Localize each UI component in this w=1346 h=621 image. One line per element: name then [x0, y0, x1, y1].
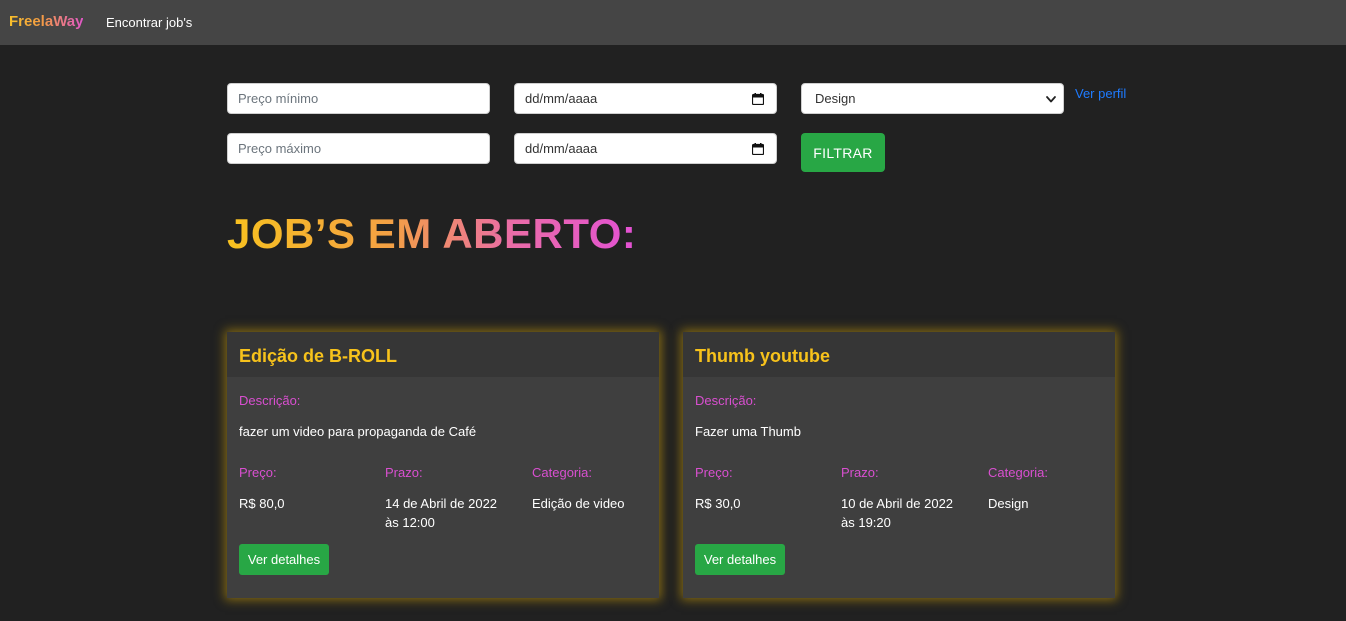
job-deadline-time: às 12:00 [385, 515, 435, 530]
calendar-icon[interactable] [752, 142, 764, 155]
job-price: R$ 30,0 [695, 496, 741, 511]
job-description: Fazer uma Thumb [695, 424, 801, 439]
filter-button[interactable]: FILTRAR [801, 133, 885, 172]
job-card-header: Edição de B-ROLL [227, 332, 659, 377]
end-date-input[interactable]: dd/mm/aaaa [514, 133, 777, 164]
deadline-label: Prazo: [385, 465, 423, 480]
job-price: R$ 80,0 [239, 496, 285, 511]
deadline-label: Prazo: [841, 465, 879, 480]
page-title: JOB’S EM ABERTO: [227, 210, 637, 257]
category-label: Categoria: [532, 465, 592, 480]
calendar-icon[interactable] [752, 92, 764, 105]
price-label: Preço: [695, 465, 733, 480]
job-category: Edição de video [532, 496, 625, 511]
job-card-header: Thumb youtube [683, 332, 1115, 377]
min-price-input[interactable]: Preço mínimo [227, 83, 490, 114]
description-label: Descrição: [695, 393, 757, 408]
navbar: FreelaWay Encontrar job's [0, 0, 1346, 45]
category-select[interactable]: Design [801, 83, 1064, 114]
view-details-button[interactable]: Ver detalhes [695, 544, 785, 575]
category-selected-value: Design [815, 91, 856, 106]
job-title: Edição de B-ROLL [239, 346, 398, 366]
job-description: fazer um video para propaganda de Café [239, 424, 477, 439]
job-category: Design [988, 496, 1029, 511]
min-price-placeholder: Preço mínimo [238, 91, 319, 106]
price-label: Preço: [239, 465, 277, 480]
description-label: Descrição: [239, 393, 301, 408]
brand-logo[interactable]: FreelaWay [9, 13, 83, 30]
job-deadline-time: às 19:20 [841, 515, 891, 530]
job-card: Edição de B-ROLL Descrição: fazer um vid… [227, 332, 659, 598]
nav-link-find-jobs[interactable]: Encontrar job's [106, 15, 192, 30]
start-date-value: dd/mm/aaaa [525, 91, 598, 106]
job-card: Thumb youtube Descrição: Fazer uma Thumb… [683, 332, 1115, 598]
max-price-placeholder: Preço máximo [238, 141, 322, 156]
job-deadline-date: 10 de Abril de 2022 [841, 496, 954, 511]
chevron-down-icon [1045, 93, 1057, 105]
job-deadline-date: 14 de Abril de 2022 [385, 496, 498, 511]
max-price-input[interactable]: Preço máximo [227, 133, 490, 164]
category-label: Categoria: [988, 465, 1048, 480]
end-date-value: dd/mm/aaaa [525, 141, 598, 156]
view-details-button[interactable]: Ver detalhes [239, 544, 329, 575]
view-profile-link[interactable]: Ver perfil [1075, 86, 1126, 101]
start-date-input[interactable]: dd/mm/aaaa [514, 83, 777, 114]
job-title: Thumb youtube [695, 346, 830, 366]
